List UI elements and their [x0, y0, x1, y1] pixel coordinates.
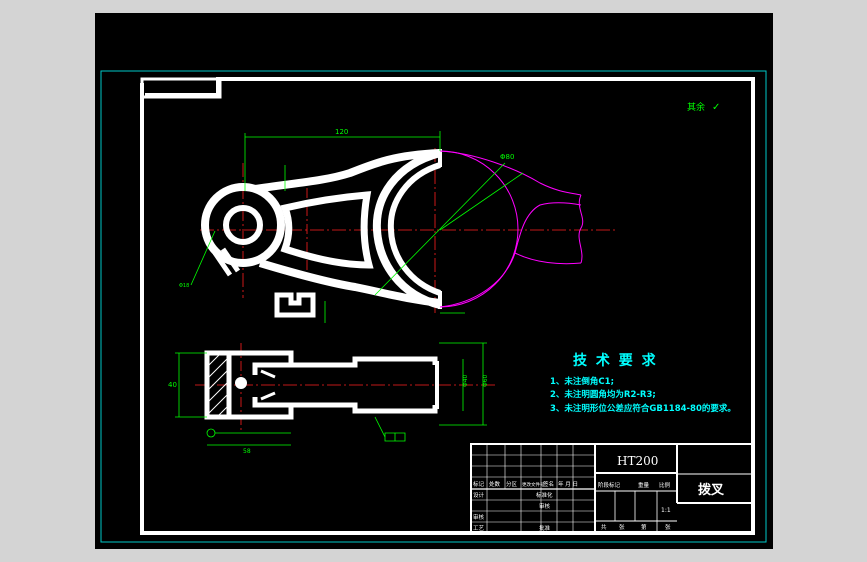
bottom-fork-end: [435, 361, 439, 409]
svg-text:张: 张: [665, 523, 671, 531]
svg-text:阶段标记: 阶段标记: [598, 481, 621, 489]
drawing-canvas: 其余 ✓ 120 Φ80 Φ18 40 58 Φ40 Φ60 技 术 要 求 1…: [100, 70, 767, 543]
phantom-fork-bottom: [439, 202, 582, 308]
svg-text:标记: 标记: [473, 480, 485, 488]
dim-hub-label: Φ18: [179, 283, 189, 289]
svg-text:更改文件号: 更改文件号: [522, 481, 545, 488]
dim-top-dia: Φ80: [500, 153, 514, 161]
tolerance-leader: [374, 416, 386, 438]
svg-text:比例: 比例: [659, 481, 671, 489]
svg-text:签名: 签名: [543, 480, 554, 488]
svg-text:重量: 重量: [638, 481, 650, 489]
datum-marker: [206, 428, 216, 438]
tech-req-item-2: 2、未注明圆角均为R2-R3;: [550, 389, 656, 400]
svg-text:审核: 审核: [539, 502, 551, 510]
svg-text:审核: 审核: [473, 513, 485, 521]
title-mid-labels: 标准化 审核 批准: [536, 491, 553, 532]
svg-text:共: 共: [601, 523, 607, 531]
title-bottom-labels: 共 张 第 张: [601, 523, 671, 531]
bottom-hole: [235, 377, 247, 389]
fork-arc-inner: [387, 162, 442, 296]
dim-left-height: 40: [168, 381, 177, 389]
fork-arc-outer: [372, 149, 442, 309]
section-detail: [274, 292, 316, 318]
dim-dia-leader-2: [439, 172, 524, 231]
dim-right-dia-1: Φ40: [462, 374, 469, 387]
cad-viewport[interactable]: 其余 ✓ 120 Φ80 Φ18 40 58 Φ40 Φ60 技 术 要 求 1…: [95, 13, 773, 549]
title-row-labels: 标记 处数 分区 更改文件号 签名 年 月 日: [473, 480, 578, 488]
dim-hub-leader: [190, 230, 216, 286]
bottom-body-lower: [229, 397, 294, 420]
title-part-name: 拨叉: [698, 482, 725, 498]
bottom-rod-upper: [291, 356, 438, 368]
dim-top-length: 120: [335, 128, 348, 136]
phantom-circle: [439, 150, 519, 308]
svg-text:第: 第: [641, 523, 647, 531]
svg-text:处数: 处数: [489, 480, 501, 488]
title-scale: 1:1: [661, 507, 671, 514]
dim-right-dia-2: Φ60: [482, 374, 489, 387]
tech-req-item-1: 1、未注倒角C1;: [550, 376, 614, 387]
roughness-symbol: ✓: [712, 102, 720, 113]
bottom-view: 40 58 Φ40 Φ60: [168, 342, 495, 455]
svg-text:标准化: 标准化: [536, 491, 553, 499]
phantom-lower-tail: [514, 252, 582, 265]
tolerance-frame: [384, 432, 406, 442]
svg-text:年 月 日: 年 月 日: [558, 480, 578, 488]
roughness-note: 其余: [687, 101, 705, 113]
dim-bottom-width: 58: [243, 448, 251, 455]
svg-text:批准: 批准: [539, 524, 551, 532]
svg-text:设计: 设计: [473, 491, 485, 499]
main-view: 120 Φ80 Φ18: [179, 128, 615, 323]
bottom-rod-lower: [291, 402, 438, 414]
bottom-body-upper: [229, 350, 294, 375]
svg-text:工艺: 工艺: [473, 525, 485, 532]
tech-req-item-3: 3、未注明形位公差应符合GB1184-80的要求。: [550, 403, 736, 414]
title-material: HT200: [617, 454, 658, 468]
svg-text:分区: 分区: [506, 480, 518, 488]
title-left-labels: 设计 审核 工艺: [473, 491, 485, 532]
svg-text:张: 张: [619, 523, 625, 531]
tech-req-title: 技 术 要 求: [573, 352, 658, 369]
title-stage-labels: 阶段标记 重量 比例: [598, 481, 671, 489]
